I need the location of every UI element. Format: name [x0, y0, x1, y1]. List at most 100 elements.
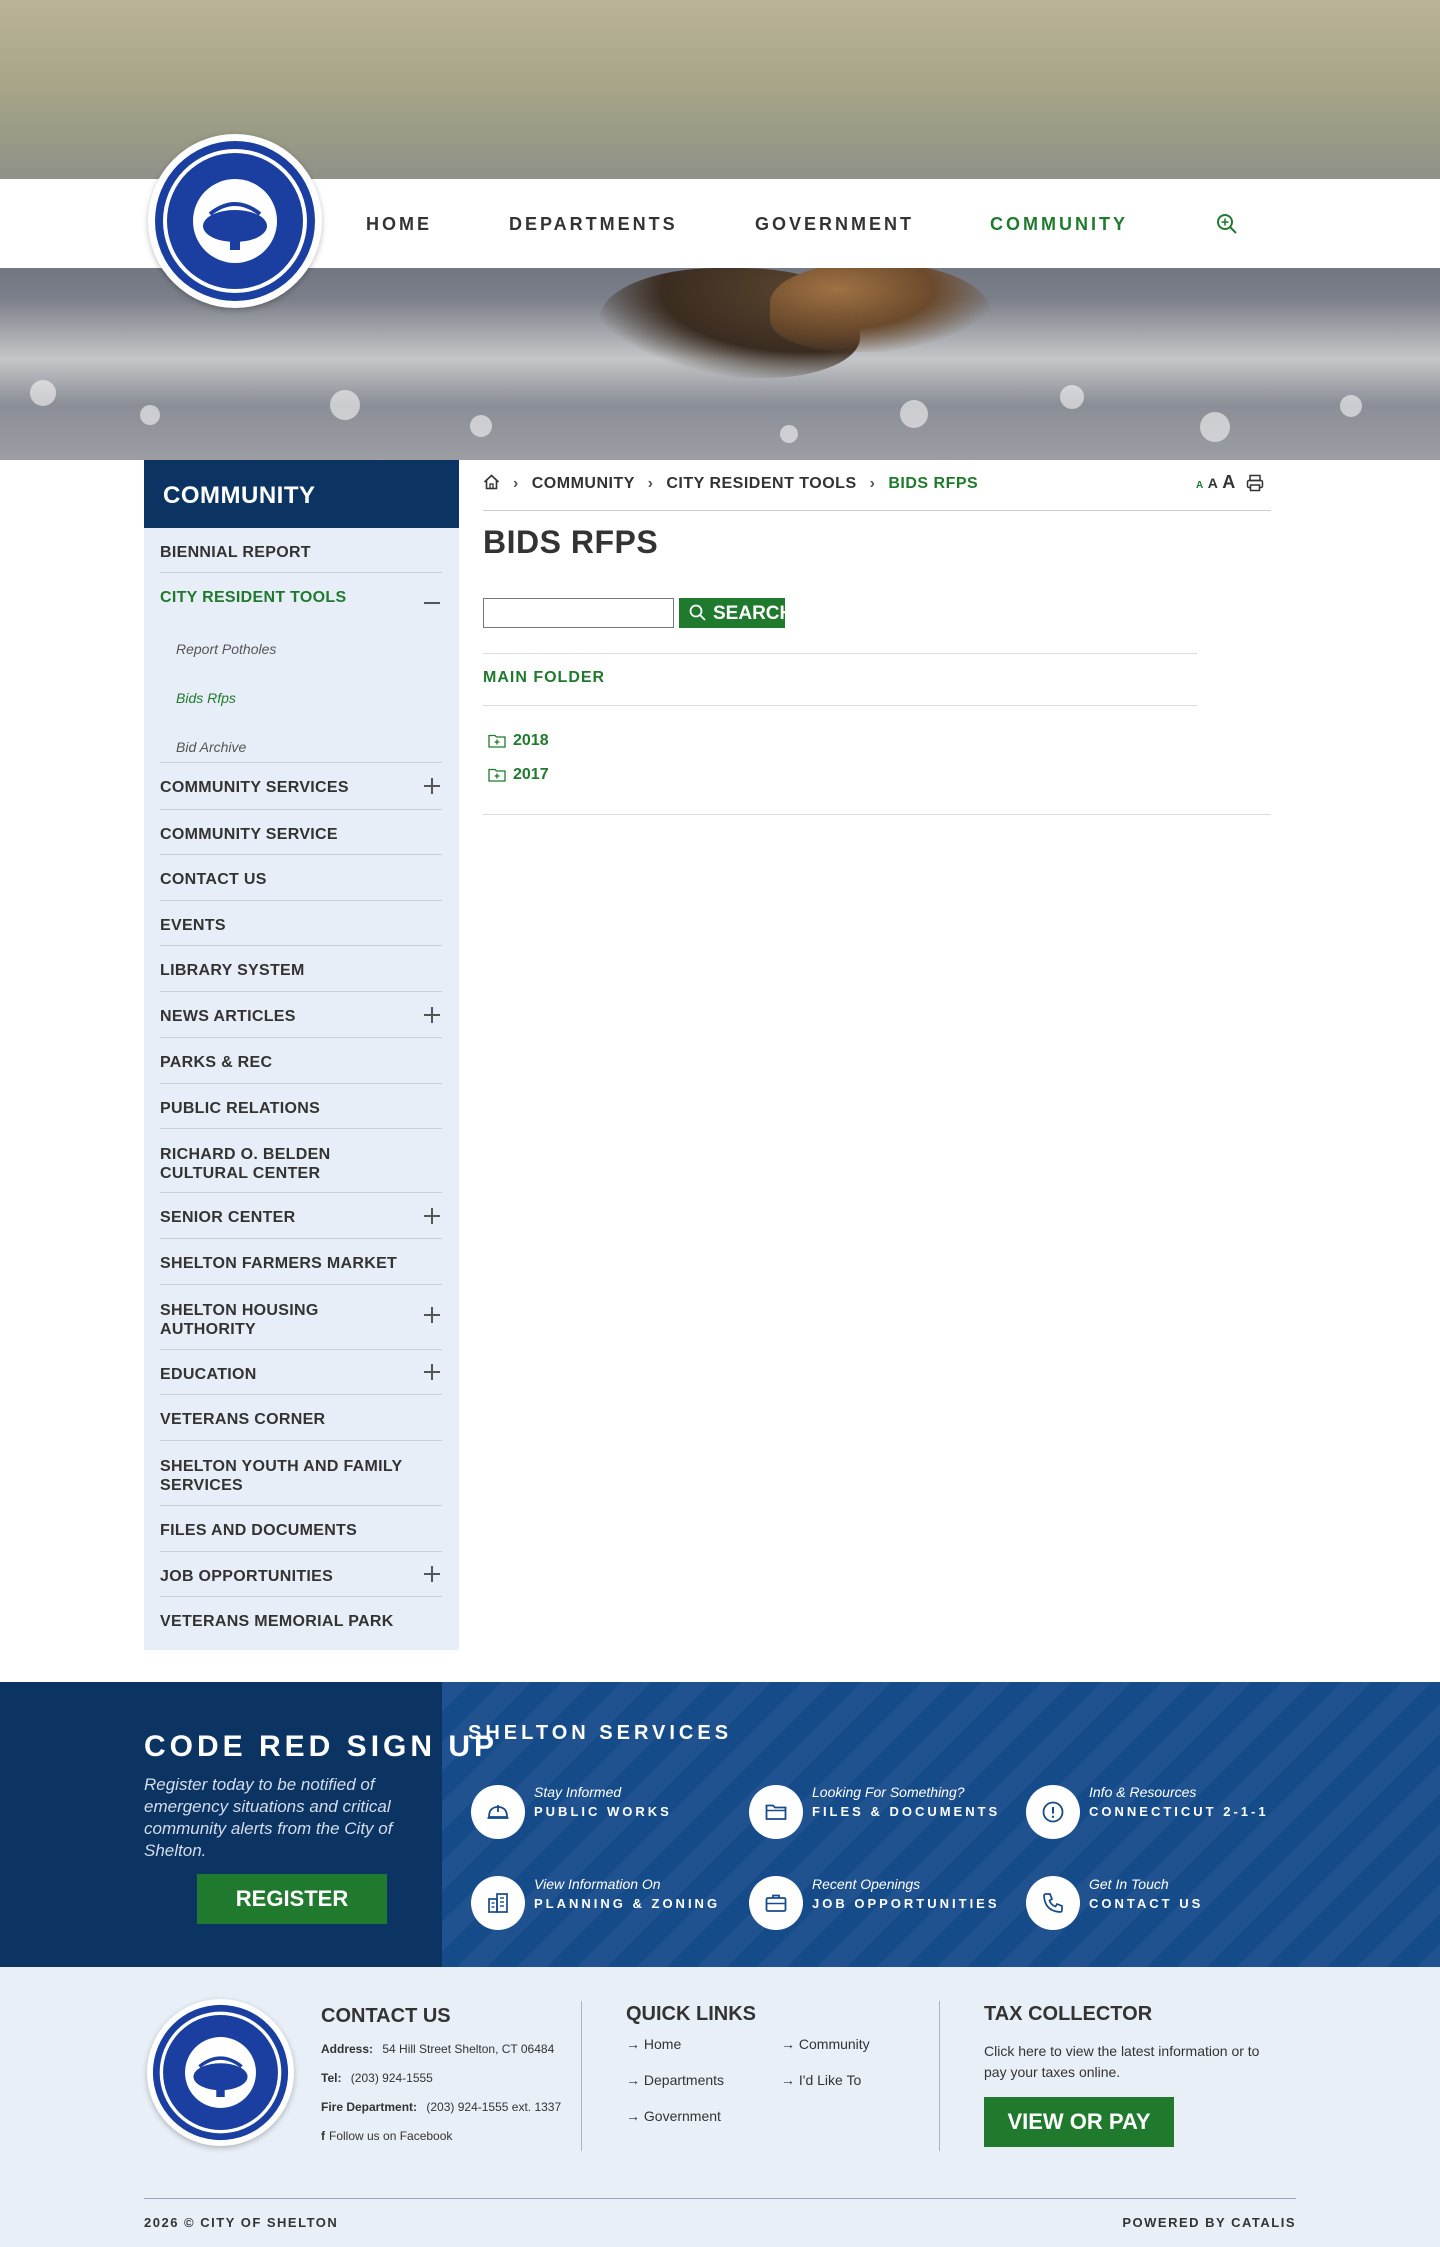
sidebar-item-community-services[interactable]: COMMUNITY SERVICES — [160, 763, 442, 810]
service-sub-label: Get In Touch — [1089, 1876, 1169, 1892]
fire-phone-link[interactable]: (203) 924-1555 ext. 1337 — [426, 2100, 561, 2114]
search-icon[interactable] — [1216, 213, 1238, 235]
arrow-right-icon: → — [626, 2036, 644, 2052]
sidebar-item-label: CITY RESIDENT TOOLS — [160, 589, 347, 606]
service-main-label[interactable]: CONTACT US — [1089, 1896, 1203, 1911]
sidebar-item-library-system[interactable]: LIBRARY SYSTEM — [160, 946, 442, 992]
arrow-right-icon: → — [626, 2108, 644, 2124]
expand-icon[interactable] — [424, 1207, 440, 1224]
sidebar-item-education[interactable]: EDUCATION — [160, 1350, 442, 1395]
divider — [483, 653, 1197, 654]
service-main-label[interactable]: JOB OPPORTUNITIES — [812, 1896, 1000, 1911]
arrow-right-icon: → — [781, 2072, 799, 2088]
sidebar-item-housing-authority[interactable]: SHELTON HOUSING AUTHORITY — [160, 1285, 442, 1350]
sidebar-item-senior-center[interactable]: SENIOR CENTER — [160, 1193, 442, 1239]
sidebar-item-farmers-market[interactable]: SHELTON FARMERS MARKET — [160, 1239, 442, 1285]
sidebar-item-news-articles[interactable]: NEWS ARTICLES — [160, 992, 442, 1038]
footer-city-seal-logo[interactable] — [147, 1999, 294, 2146]
document-search-input[interactable] — [483, 598, 674, 628]
service-public-works[interactable] — [471, 1785, 525, 1839]
nav-government[interactable]: GOVERNMENT — [755, 214, 914, 235]
sidebar-item-label: VETERANS CORNER — [160, 1411, 326, 1428]
service-connecticut-211[interactable] — [1026, 1785, 1080, 1839]
sidebar-item-label: BIENNIAL REPORT — [160, 544, 311, 561]
text-size-medium[interactable]: A — [1208, 475, 1218, 491]
sidebar-item-community-service[interactable]: COMMUNITY SERVICE — [160, 810, 442, 855]
powered-by-link[interactable]: POWERED BY CATALIS — [1122, 2215, 1296, 2230]
sidebar-item-city-resident-tools[interactable]: CITY RESIDENT TOOLS — [160, 573, 442, 763]
sidebar-item-veterans-corner[interactable]: VETERANS CORNER — [160, 1395, 442, 1441]
expand-icon[interactable] — [424, 1566, 440, 1582]
service-job-opportunities[interactable] — [749, 1876, 803, 1930]
city-seal-logo[interactable] — [148, 134, 322, 308]
footer-fire-department: Fire Department: (203) 924-1555 ext. 133… — [321, 2100, 561, 2114]
footer-quick-links-title: QUICK LINKS — [626, 2003, 756, 2025]
breadcrumb-bids-rfps[interactable]: BIDS RFPS — [888, 475, 978, 492]
service-main-label[interactable]: PUBLIC WORKS — [534, 1804, 672, 1819]
sidebar-item-job-opportunities[interactable]: JOB OPPORTUNITIES — [160, 1552, 442, 1597]
folder-2018[interactable]: 2018 — [488, 732, 549, 750]
service-sub-label: Stay Informed — [534, 1784, 622, 1800]
service-main-label[interactable]: CONNECTICUT 2-1-1 — [1089, 1804, 1269, 1819]
text-size-small[interactable]: A — [1196, 480, 1203, 491]
service-main-label[interactable]: FILES & DOCUMENTS — [812, 1804, 1000, 1819]
search-button-label: SEARCH — [713, 603, 794, 624]
service-files-documents[interactable] — [749, 1785, 803, 1839]
register-button[interactable]: REGISTER — [197, 1874, 387, 1924]
expand-icon[interactable] — [424, 1364, 440, 1380]
sidebar-item-public-relations[interactable]: PUBLIC RELATIONS — [160, 1084, 442, 1129]
service-sub-label: Info & Resources — [1089, 1784, 1197, 1800]
sidebar-title: COMMUNITY — [144, 460, 459, 528]
hero-sparkle — [1200, 412, 1230, 442]
sidebar-item-files-documents[interactable]: FILES AND DOCUMENTS — [160, 1506, 442, 1552]
facebook-link[interactable]: f Follow us on Facebook — [321, 2129, 452, 2143]
breadcrumb-divider — [483, 510, 1271, 511]
view-or-pay-button[interactable]: VIEW OR PAY — [984, 2097, 1174, 2147]
breadcrumb: › COMMUNITY › CITY RESIDENT TOOLS › BIDS… — [483, 474, 978, 493]
sidebar-subitem-bid-archive[interactable]: Bid Archive — [176, 739, 246, 755]
sidebar-item-biennial-report[interactable]: BIENNIAL REPORT — [160, 528, 442, 573]
copyright-divider — [144, 2198, 1296, 2199]
quick-link-label: Government — [643, 2108, 721, 2124]
home-icon[interactable] — [483, 474, 500, 490]
sidebar-item-events[interactable]: EVENTS — [160, 901, 442, 946]
breadcrumb-community[interactable]: COMMUNITY — [532, 475, 635, 492]
search-button[interactable]: SEARCH — [679, 598, 793, 628]
print-icon[interactable] — [1246, 474, 1264, 492]
sidebar-subitem-report-potholes[interactable]: Report Potholes — [176, 641, 276, 657]
sidebar-item-veterans-memorial-park[interactable]: VETERANS MEMORIAL PARK — [160, 1597, 442, 1650]
breadcrumb-city-resident-tools[interactable]: CITY RESIDENT TOOLS — [666, 475, 856, 492]
sidebar-subitem-bids-rfps[interactable]: Bids Rfps — [176, 690, 236, 706]
quick-link-departments[interactable]: → Departments — [626, 2072, 724, 2088]
hero-sparkle — [470, 415, 492, 437]
tel-link[interactable]: (203) 924-1555 — [351, 2071, 433, 2085]
quick-link-government[interactable]: → Government — [626, 2108, 721, 2124]
sidebar-item-label: PUBLIC RELATIONS — [160, 1100, 321, 1117]
quick-link-community[interactable]: → Community — [781, 2036, 870, 2052]
sidebar-item-belden-cultural-center[interactable]: RICHARD O. BELDEN CULTURAL CENTER — [160, 1129, 442, 1193]
hero-sparkle — [30, 380, 56, 406]
expand-icon[interactable] — [424, 1006, 440, 1023]
service-main-label[interactable]: PLANNING & ZONING — [534, 1896, 720, 1911]
footer-divider — [581, 2001, 582, 2151]
service-planning-zoning[interactable] — [471, 1876, 525, 1930]
nav-departments[interactable]: DEPARTMENTS — [509, 214, 678, 235]
nav-community[interactable]: COMMUNITY — [990, 214, 1128, 235]
buildings-icon — [488, 1893, 508, 1913]
text-size-large[interactable]: A — [1222, 472, 1235, 492]
main-folder-link[interactable]: MAIN FOLDER — [483, 669, 605, 687]
quick-link-id-like-to[interactable]: → I'd Like To — [781, 2072, 861, 2088]
copyright-text: 2026 © CITY OF SHELTON — [144, 2215, 339, 2230]
arrow-right-icon: → — [626, 2072, 644, 2088]
sidebar-item-label: SHELTON FARMERS MARKET — [160, 1255, 398, 1272]
sidebar-item-youth-family-services[interactable]: SHELTON YOUTH AND FAMILY SERVICES — [160, 1441, 442, 1506]
folder-2017[interactable]: 2017 — [488, 766, 549, 784]
expand-icon[interactable] — [424, 1307, 440, 1323]
sidebar-item-parks-rec[interactable]: PARKS & REC — [160, 1038, 442, 1084]
expand-icon[interactable] — [424, 778, 440, 794]
sidebar-item-contact-us[interactable]: CONTACT US — [160, 855, 442, 901]
service-contact-us[interactable] — [1026, 1876, 1080, 1930]
collapse-icon[interactable] — [424, 595, 440, 611]
nav-home[interactable]: HOME — [366, 214, 432, 235]
quick-link-home[interactable]: → Home — [626, 2036, 681, 2052]
